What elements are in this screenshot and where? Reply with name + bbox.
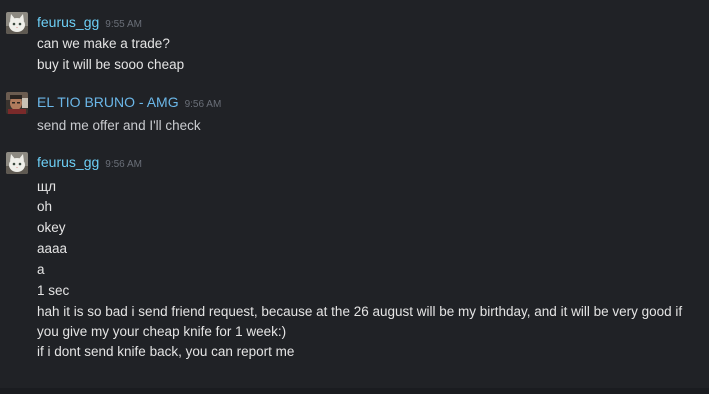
message-text: щл [37, 179, 56, 194]
message-text: send me offer and I'll check [37, 118, 201, 133]
message-text: hah it is so bad i send friend request, … [37, 304, 683, 339]
message-text: if i dont send knife back, you can repor… [37, 344, 295, 359]
avatar-bruno-icon[interactable] [6, 92, 28, 114]
message-header: feurus_gg 9:55 AM [37, 12, 142, 32]
author-name[interactable]: feurus_gg [37, 14, 99, 30]
author-name[interactable]: EL TIO BRUNO - AMG [37, 94, 179, 110]
avatar-feurus-icon[interactable] [6, 12, 28, 34]
message-text: oh [37, 199, 53, 214]
timestamp: 9:56 AM [184, 99, 222, 110]
author-name[interactable]: feurus_gg [37, 154, 99, 170]
message-header: EL TIO BRUNO - AMG 9:56 AM [37, 92, 221, 112]
message-text: aaaa [37, 241, 68, 256]
timestamp: 9:55 AM [105, 19, 142, 30]
timestamp: 9:56 AM [105, 159, 142, 170]
message-text: 1 sec [37, 283, 70, 298]
chat-bottom-edge [0, 388, 709, 394]
chat-log: feurus_gg 9:55 AM can we make a trade? bu… [0, 0, 709, 394]
message-text: can we make a trade? [37, 36, 170, 51]
message-text: a [37, 262, 45, 277]
avatar-feurus-icon[interactable] [6, 152, 28, 174]
message-header: feurus_gg 9:56 AM [37, 152, 142, 172]
message-text: okey [37, 220, 66, 235]
message-text: buy it will be sooo cheap [37, 57, 185, 72]
